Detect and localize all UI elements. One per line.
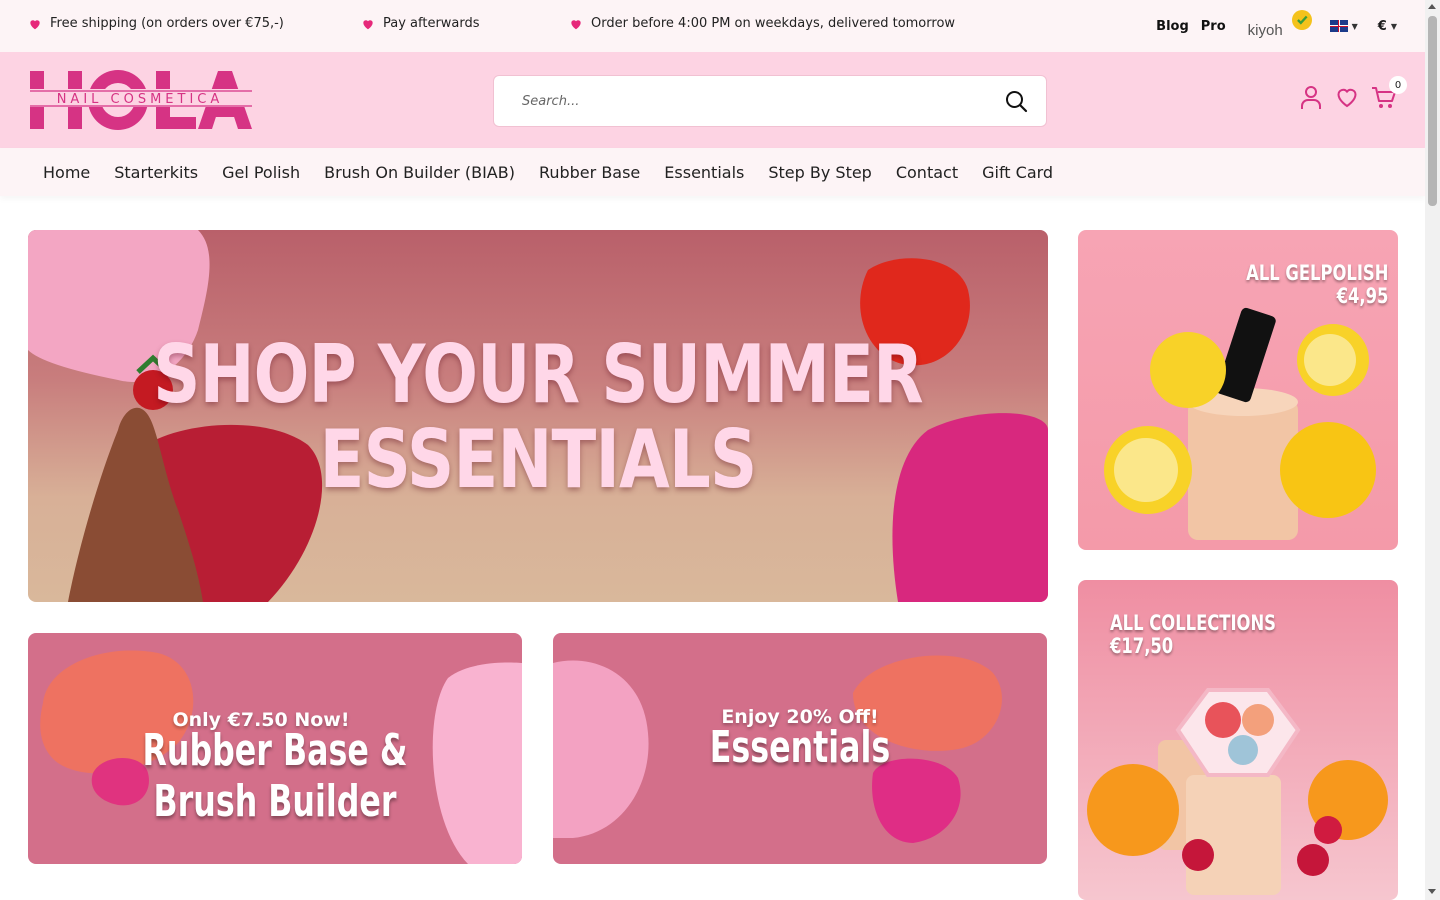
gelpolish-text: ALL GELPOLISH €4,95: [1246, 262, 1388, 308]
kiyoh-text: kiyoh: [1247, 22, 1283, 39]
logo-subtext: NAIL COSMETICA: [57, 92, 224, 107]
chevron-down-icon: ▼: [1351, 21, 1358, 31]
rubber-base-banner[interactable]: Only €7.50 Now! Rubber Base & Brush Buil…: [28, 633, 522, 864]
collections-title: ALL COLLECTIONS: [1110, 611, 1276, 635]
nav-item-essentials[interactable]: Essentials: [664, 163, 744, 182]
usp-text: Order before 4:00 PM on weekdays, delive…: [591, 16, 956, 31]
heart-icon[interactable]: [1335, 84, 1359, 110]
search-icon[interactable]: [1004, 89, 1028, 113]
essentials-banner[interactable]: Enjoy 20% Off! Essentials: [553, 633, 1047, 864]
nav-item-biab[interactable]: Brush On Builder (BIAB): [324, 163, 515, 182]
uk-flag-icon: [1329, 20, 1348, 32]
heart-icon: [571, 19, 581, 29]
page-scrollbar[interactable]: [1425, 0, 1440, 900]
gelpolish-banner[interactable]: ALL GELPOLISH €4,95: [1078, 230, 1398, 550]
top-right-links: Blog Pro kiyoh ▼ € ▼: [1156, 0, 1397, 52]
nav-item-starterkits[interactable]: Starterkits: [114, 163, 198, 182]
collections-banner[interactable]: ALL COLLECTIONS €17,50: [1078, 580, 1398, 900]
hero-title-line1: SHOP YOUR SUMMER: [153, 328, 923, 421]
nav-item-gift-card[interactable]: Gift Card: [982, 163, 1053, 182]
hero-banner[interactable]: SHOP YOUR SUMMER ESSENTIALS: [28, 230, 1048, 602]
hero-title-line2: ESSENTIALS: [319, 413, 758, 506]
cart-count-badge: 0: [1389, 76, 1407, 94]
essentials-title: Essentials: [709, 722, 891, 773]
gelpolish-price: €4,95: [1336, 284, 1388, 308]
cart-icon[interactable]: 0: [1371, 76, 1407, 110]
currency-selector[interactable]: € ▼: [1378, 19, 1397, 34]
scrollbar-thumb[interactable]: [1428, 16, 1437, 206]
scroll-down-icon[interactable]: [1428, 889, 1436, 894]
chevron-down-icon: ▼: [1390, 21, 1397, 31]
account-icon[interactable]: [1299, 84, 1323, 110]
heart-icon: [30, 19, 40, 29]
nav-item-gel-polish[interactable]: Gel Polish: [222, 163, 300, 182]
usp-text: Pay afterwards: [383, 16, 480, 31]
nav-item-step-by-step[interactable]: Step By Step: [768, 163, 871, 182]
blog-link[interactable]: Blog: [1156, 19, 1189, 34]
collections-text: ALL COLLECTIONS €17,50: [1110, 612, 1276, 658]
header-icons: 0: [1299, 76, 1407, 110]
header: NAIL COSMETICA 0: [0, 52, 1425, 148]
usp-text: Free shipping (on orders over €75,-): [50, 16, 284, 31]
nav-item-contact[interactable]: Contact: [896, 163, 958, 182]
nav-item-rubber-base[interactable]: Rubber Base: [539, 163, 640, 182]
pro-link[interactable]: Pro: [1201, 19, 1226, 34]
nav-item-home[interactable]: Home: [43, 163, 90, 182]
check-icon: [1291, 10, 1312, 30]
search-bar: [493, 75, 1047, 127]
usp-bar: Free shipping (on orders over €75,-) Pay…: [0, 0, 1425, 52]
gelpolish-title: ALL GELPOLISH: [1245, 261, 1388, 285]
hola-logo[interactable]: NAIL COSMETICA: [28, 67, 252, 133]
heart-icon: [363, 19, 373, 29]
search-input[interactable]: [522, 90, 982, 112]
collections-price: €17,50: [1110, 634, 1174, 658]
currency-label: €: [1377, 18, 1387, 34]
rubber-base-title: Rubber Base & Brush Builder: [142, 725, 408, 827]
scroll-up-icon[interactable]: [1428, 4, 1436, 9]
kiyoh-logo[interactable]: kiyoh: [1247, 8, 1312, 44]
usp-pay-afterwards: Pay afterwards: [361, 16, 480, 31]
usp-delivery: Order before 4:00 PM on weekdays, delive…: [569, 16, 955, 31]
language-selector[interactable]: ▼: [1329, 20, 1358, 32]
main-nav: Home Starterkits Gel Polish Brush On Bui…: [0, 148, 1425, 196]
usp-free-shipping: Free shipping (on orders over €75,-): [28, 16, 284, 31]
